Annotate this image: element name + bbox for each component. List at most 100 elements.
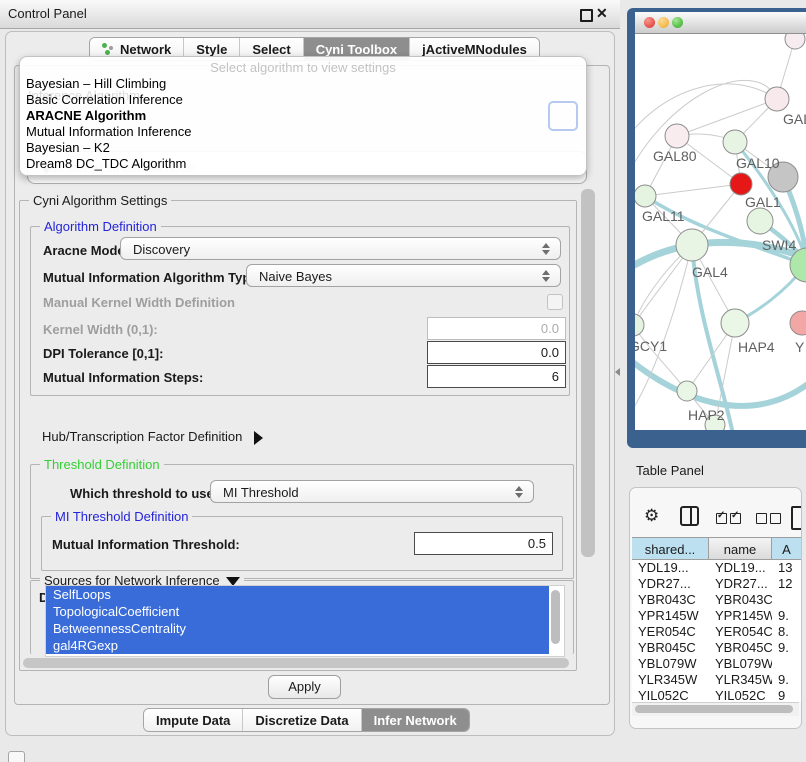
algorithm-option[interactable]: ARACNE Algorithm [26,108,146,124]
mi-steps-field[interactable]: 6 [427,365,566,388]
network-window: GALGAL80GAL10GAL1GAL11SWI4GAL4GCY1HAP4YH… [627,8,806,448]
algorithm-option[interactable]: Dream8 DC_TDC Algorithm [26,156,186,172]
algorithm-dropdown-popup: Select algorithm to view settings Infere… [19,56,587,176]
tab-label: Select [252,42,290,57]
manual-kernel-checkbox[interactable] [547,294,563,310]
node-label: GAL [783,111,806,127]
node-y[interactable] [790,311,806,335]
dpi-tolerance-field[interactable]: 0.0 [427,341,566,364]
table-row[interactable]: YDR27...YDR27...12 [632,576,801,592]
network-window-titlebar [635,12,806,34]
node-label: Y [795,339,805,355]
tab-label: Infer Network [374,713,457,728]
column-layout-icon[interactable] [680,506,699,526]
table-cell: 9. [772,672,801,688]
node-gcy1[interactable] [635,314,644,336]
divider-collapse-icon[interactable] [615,368,620,376]
algorithm-option[interactable]: Bayesian – Hill Climbing [26,76,166,92]
table-cell: YDL19... [709,560,772,576]
table-cell: YIL052C [709,688,772,702]
node-gal10[interactable] [723,130,747,154]
select-all-checkboxes-icon[interactable] [716,510,744,525]
table-row[interactable]: YER054CYER054C8. [632,624,801,640]
zoom-window-icon[interactable] [672,17,683,28]
threshold-definition-group: Threshold Definition Which threshold to … [30,464,574,579]
attribute-item[interactable]: SelfLoops [46,586,549,603]
close-window-icon[interactable] [644,17,655,28]
close-panel-icon[interactable]: ✕ [596,5,608,22]
table-row[interactable]: YDL19...YDL19...13 [632,560,801,576]
node-hap4[interactable] [721,309,749,337]
which-threshold-label: Which threshold to use: [70,486,218,501]
tab-label: Discretize Data [255,713,348,728]
algorithm-option[interactable]: Basic Correlation Inference [26,92,183,108]
table-row[interactable]: YPR145WYPR145W9. [632,608,801,624]
network-icon [102,43,115,55]
control-panel-titlebar: Control Panel ✕ [0,0,620,29]
node-label: GAL4 [692,264,728,280]
table-row[interactable]: YBR043CYBR043C [632,592,801,608]
attribute-item[interactable]: TopologicalCoefficient [46,603,549,620]
hub-definition-toggle[interactable]: Hub/Transcription Factor Definition [42,429,263,445]
algorithm-option[interactable]: Bayesian – K2 [26,140,110,156]
mi-threshold-group: MI Threshold Definition Mutual Informati… [41,516,563,571]
table-row[interactable]: YLR345WYLR345W9. [632,672,801,688]
algorithm-placeholder: Select algorithm to view settings [20,60,586,75]
column-header[interactable]: A [772,537,802,560]
kernel-width-label: Kernel Width (0,1): [43,322,158,337]
mi-type-value: Naive Bayes [259,269,332,284]
table-cell: YBR045C [709,640,772,656]
aracne-mode-value: Discovery [133,242,190,257]
tab-discretize-data[interactable]: Discretize Data [243,709,361,731]
minimized-panel-icon[interactable] [8,751,25,762]
new-table-icon[interactable] [791,506,802,530]
node-label: GAL10 [736,155,780,171]
tab-impute-data[interactable]: Impute Data [144,709,243,731]
node-swi4[interactable] [747,208,773,234]
attribute-item[interactable]: BetweennessCentrality [46,620,549,637]
network-canvas[interactable]: GALGAL80GAL10GAL1GAL11SWI4GAL4GCY1HAP4YH… [635,34,806,430]
node-label: SWI4 [762,237,796,253]
mi-threshold-field[interactable]: 0.5 [414,532,553,555]
hub-definition-label: Hub/Transcription Factor Definition [42,429,242,444]
node-gal11[interactable] [635,185,656,207]
column-header[interactable]: name [709,537,772,560]
node-gal1[interactable] [730,173,752,195]
aracne-mode-combo[interactable]: Discovery [120,237,561,260]
node-hap2[interactable] [677,381,697,401]
table-rows: YDL19...YDL19...13YDR27...YDR27...12YBR0… [632,560,801,702]
attribute-item[interactable]: gal4RGexp [46,637,549,654]
settings-horizontal-scrollbar[interactable] [23,658,569,668]
column-header[interactable]: shared... [632,537,709,560]
settings-vertical-scrollbar[interactable] [581,189,595,557]
attributes-scrollbar[interactable] [551,590,560,644]
table-cell: YLR345W [709,672,772,688]
table-row[interactable]: YIL052CYIL052C9 [632,688,801,702]
mi-type-combo[interactable]: Naive Bayes [246,264,561,287]
node-gal[interactable] [765,87,789,111]
background-focused-combo [548,101,578,131]
node-label: GAL11 [642,208,685,224]
combo-arrows-icon [515,485,524,499]
node[interactable] [785,34,805,49]
which-threshold-combo[interactable]: MI Threshold [210,480,534,503]
threshold-definition-title: Threshold Definition [40,457,164,472]
node-gal4[interactable] [676,229,708,261]
table-horizontal-scrollbar[interactable] [632,702,799,716]
minimize-window-icon[interactable] [658,17,669,28]
table-row[interactable]: YBR045CYBR045C9. [632,640,801,656]
algorithm-option[interactable]: Mutual Information Inference [26,124,191,140]
tab-infer-network[interactable]: Infer Network [362,709,469,731]
tab-label: Cyni Toolbox [316,42,397,57]
kernel-width-field[interactable]: 0.0 [427,317,566,340]
gear-icon[interactable]: ⚙ [644,506,659,526]
table-cell: YDR27... [632,576,709,592]
table-cell: YER054C [709,624,772,640]
data-attributes-list[interactable]: SelfLoopsTopologicalCoefficientBetweenne… [45,585,565,657]
table-row[interactable]: YBL079WYBL079W [632,656,801,672]
deselect-all-checkboxes-icon[interactable] [756,510,784,525]
node-gal80[interactable] [665,124,689,148]
apply-button[interactable]: Apply [268,675,341,699]
float-panel-icon[interactable] [580,9,593,22]
table-cell: 8. [772,624,801,640]
